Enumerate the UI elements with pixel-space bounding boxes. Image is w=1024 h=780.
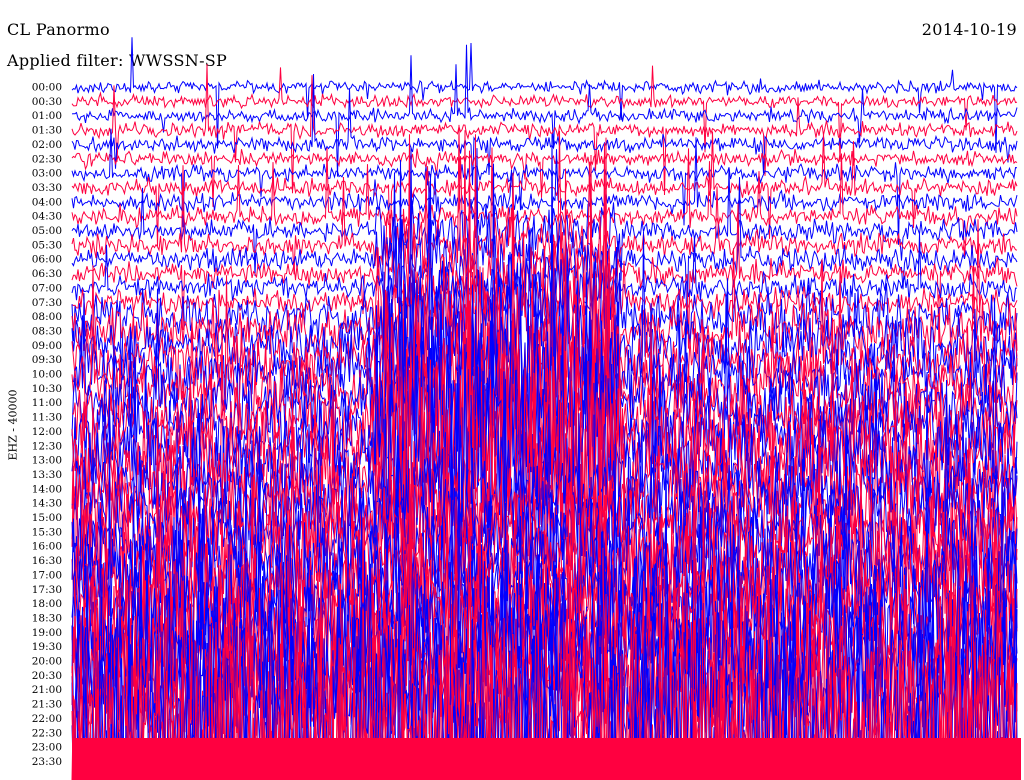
time-label: 10:00 xyxy=(32,369,62,381)
time-label: 02:30 xyxy=(32,153,62,165)
time-label: 05:30 xyxy=(32,239,62,251)
time-label: 12:00 xyxy=(32,426,62,438)
time-label: 16:00 xyxy=(32,541,62,553)
time-label: 00:30 xyxy=(32,96,62,108)
time-labels-layer: 00:00 00:30 01:00 01:30 02:00 02:30 03:00 03:30… xyxy=(32,82,62,768)
trace-row xyxy=(71,37,1018,153)
time-label: 19:30 xyxy=(32,641,62,653)
time-label: 06:00 xyxy=(32,254,62,266)
time-label: 09:30 xyxy=(32,354,62,366)
time-label: 11:00 xyxy=(32,397,62,409)
time-label: 14:30 xyxy=(32,498,62,510)
saturated-trace-band xyxy=(72,738,1021,780)
time-label: 09:00 xyxy=(32,340,62,352)
time-label: 08:30 xyxy=(32,325,62,337)
time-label: 04:00 xyxy=(32,196,62,208)
time-label: 07:00 xyxy=(32,282,62,294)
time-label: 18:00 xyxy=(32,598,62,610)
time-label: 18:30 xyxy=(32,612,62,624)
time-label: 21:30 xyxy=(32,699,62,711)
time-label: 08:00 xyxy=(32,311,62,323)
time-label: 05:00 xyxy=(32,225,62,237)
time-label: 23:30 xyxy=(32,756,62,768)
time-label: 17:00 xyxy=(32,569,62,581)
time-label: 13:30 xyxy=(32,469,62,481)
time-label: 21:00 xyxy=(32,684,62,696)
time-label: 01:00 xyxy=(32,110,62,122)
time-label: 22:00 xyxy=(32,713,62,725)
time-label: 03:30 xyxy=(32,182,62,194)
time-label: 01:30 xyxy=(32,125,62,137)
time-label: 14:00 xyxy=(32,483,62,495)
trace-row xyxy=(71,148,1018,207)
time-label: 13:00 xyxy=(32,455,62,467)
time-label: 00:00 xyxy=(32,82,62,94)
time-label: 04:30 xyxy=(32,211,62,223)
time-label: 07:30 xyxy=(32,297,62,309)
time-label: 16:30 xyxy=(32,555,62,567)
time-label: 12:30 xyxy=(32,440,62,452)
time-label: 02:00 xyxy=(32,139,62,151)
traces-layer xyxy=(71,37,1021,780)
time-label: 15:30 xyxy=(32,526,62,538)
helicorder-plot: 00:00 00:30 01:00 01:30 02:00 02:30 03:00 03:30… xyxy=(32,37,1021,780)
time-label: 11:30 xyxy=(32,412,62,424)
time-label: 17:30 xyxy=(32,584,62,596)
time-label: 20:00 xyxy=(32,656,62,668)
time-label: 03:00 xyxy=(32,168,62,180)
time-label: 23:00 xyxy=(32,742,62,754)
time-label: 06:30 xyxy=(32,268,62,280)
time-label: 10:30 xyxy=(32,383,62,395)
time-label: 20:30 xyxy=(32,670,62,682)
time-label: 15:00 xyxy=(32,512,62,524)
time-label: 22:30 xyxy=(32,727,62,739)
time-label: 19:00 xyxy=(32,627,62,639)
